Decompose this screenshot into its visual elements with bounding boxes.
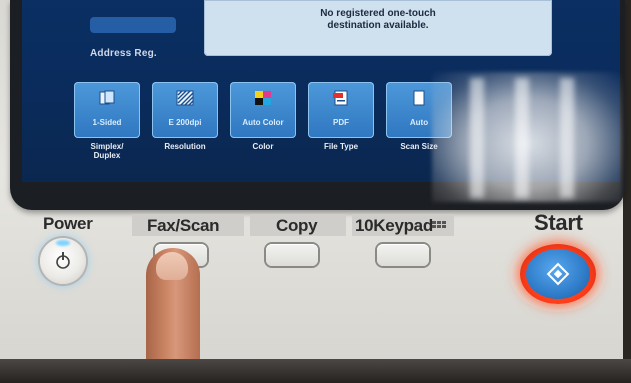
copier-panel-photo: Address Reg. No registered one-touch des… xyxy=(0,0,631,383)
keypad-button[interactable] xyxy=(377,244,429,266)
color-button[interactable]: Auto Color Color xyxy=(230,82,296,151)
glare-streak xyxy=(560,78,574,198)
message-box: No registered one-touch destination avai… xyxy=(204,0,552,56)
scan-size-icon xyxy=(413,90,425,106)
resolution-button[interactable]: E 200dpi Resolution xyxy=(152,82,218,151)
fingernail xyxy=(156,252,188,280)
pdf-icon xyxy=(333,90,348,106)
start-button[interactable] xyxy=(526,249,590,299)
start-diamond-icon xyxy=(546,262,570,286)
file-type-caption: File Type xyxy=(323,142,359,151)
resolution-icon xyxy=(176,90,194,106)
file-type-button[interactable]: PDF File Type xyxy=(308,82,374,151)
duplex-icon xyxy=(99,90,115,105)
resolution-value: E 200dpi xyxy=(168,118,202,127)
simplex-duplex-value: 1-Sided xyxy=(92,118,122,127)
file-type-value: PDF xyxy=(333,118,349,127)
bottom-shadow xyxy=(0,359,631,383)
keypad-icon xyxy=(432,221,446,228)
copy-button[interactable] xyxy=(266,244,318,266)
color-value: Auto Color xyxy=(242,118,284,127)
message-text: No registered one-touch destination avai… xyxy=(320,8,436,31)
screen-tab-button[interactable] xyxy=(90,17,176,33)
keypad-label: 10Keypad xyxy=(355,216,433,235)
resolution-caption: Resolution xyxy=(164,142,206,151)
glare-streak xyxy=(470,78,484,198)
color-icon xyxy=(255,91,271,105)
start-label: Start xyxy=(534,210,583,235)
address-reg-label[interactable]: Address Reg. xyxy=(90,48,157,59)
simplex-duplex-button[interactable]: 1-Sided Simplex/ Duplex xyxy=(74,82,140,160)
power-label: Power xyxy=(43,214,93,233)
color-caption: Color xyxy=(252,142,274,151)
fax-scan-label: Fax/Scan xyxy=(147,216,220,235)
copy-label: Copy xyxy=(276,216,318,235)
glare-streak xyxy=(515,78,529,198)
power-led xyxy=(56,240,70,246)
power-icon xyxy=(56,252,70,269)
simplex-duplex-caption: Simplex/ Duplex xyxy=(90,142,124,160)
